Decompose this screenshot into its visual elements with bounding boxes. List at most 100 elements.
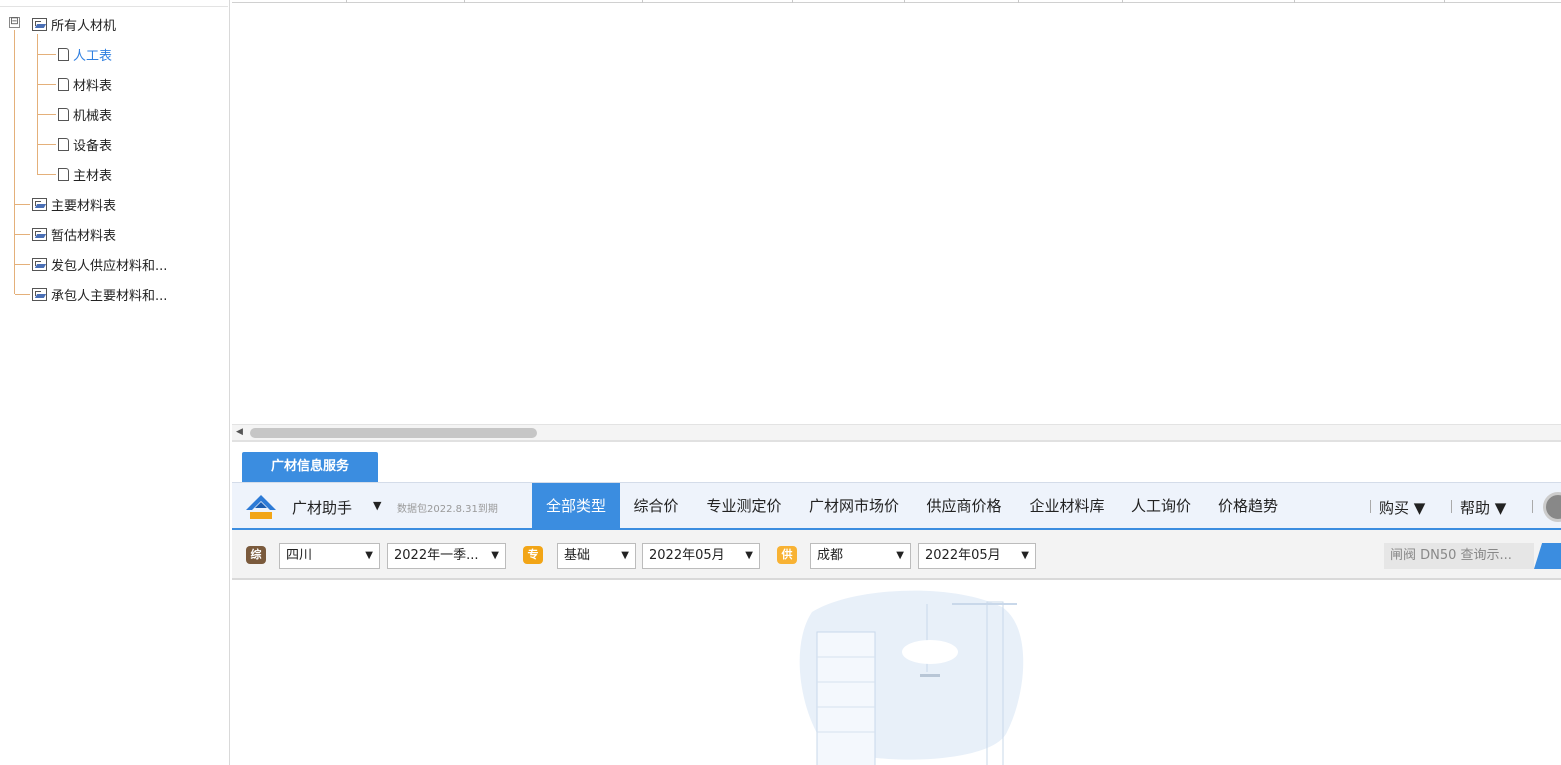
tree-connector [15, 294, 30, 295]
tree-item-contractor-main[interactable]: 承包人主要材料和... [32, 283, 167, 305]
grid-header [232, 0, 1561, 3]
folder-icon [32, 287, 47, 301]
material-search-input[interactable]: 闸阀 DN50 查询示... [1384, 543, 1534, 569]
tree-connector [38, 174, 56, 175]
brand-logo-icon [246, 495, 276, 519]
document-icon [58, 107, 69, 121]
category-select[interactable]: 基础 ▼ [557, 543, 636, 569]
tree-connector [15, 264, 30, 265]
tree-connector [14, 30, 15, 294]
material-tree-panel: ⊟ 所有人材机 人工表 材料表 机械表 设备表 主材表 主要材料表 暂估材料表 … [0, 0, 230, 765]
tree-connector [38, 84, 56, 85]
select-value: 2022年05月 [649, 548, 725, 563]
tree-divider [0, 6, 228, 7]
filter-bar: 综 四川 ▼ 2022年一季... ▼ 专 基础 ▼ 2022年05月 ▼ 供 成都 ▼ … [232, 530, 1561, 580]
tree-connector [15, 204, 30, 205]
tree-item-label: 承包人主要材料和... [51, 288, 168, 304]
supplier-badge: 供 [777, 546, 797, 564]
column-separator[interactable] [1294, 0, 1295, 3]
city-select[interactable]: 成都 ▼ [810, 543, 911, 569]
folder-icon [32, 197, 47, 211]
package-expiry-note: 数据包2022.8.31到期 [397, 504, 498, 515]
document-icon [58, 77, 69, 91]
tab-supplier-price[interactable]: 供应商价格 [918, 483, 1010, 529]
chevron-down-icon: ▼ [896, 550, 904, 561]
chevron-down-icon: ▼ [365, 550, 373, 561]
province-select[interactable]: 四川 ▼ [279, 543, 380, 569]
professional-month-select[interactable]: 2022年05月 ▼ [642, 543, 760, 569]
app-root: ⊟ 所有人材机 人工表 材料表 机械表 设备表 主材表 主要材料表 暂估材料表 … [0, 0, 1561, 765]
folder-icon [32, 227, 47, 241]
empty-state-illustration [799, 590, 1024, 765]
tab-composite-price[interactable]: 综合价 [626, 483, 686, 529]
data-grid[interactable] [232, 0, 1561, 424]
tree-item-label: 设备表 [73, 138, 113, 154]
tab-price-trend[interactable]: 价格趋势 [1210, 483, 1286, 529]
tree-item-label: 主材表 [73, 168, 113, 184]
chevron-down-icon: ▼ [491, 550, 499, 561]
tab-enterprise-library[interactable]: 企业材料库 [1021, 483, 1113, 529]
brand-name[interactable]: 广材助手 [292, 497, 352, 518]
tree-item-label: 人工表 [73, 48, 113, 64]
column-separator[interactable] [904, 0, 905, 3]
column-separator[interactable] [1018, 0, 1019, 3]
tree-item-all[interactable]: 所有人材机 [32, 13, 116, 35]
column-separator[interactable] [642, 0, 643, 3]
tree-item-equipment[interactable]: 设备表 [58, 133, 112, 155]
scroll-left-icon[interactable]: ◀ [236, 427, 243, 437]
document-icon [58, 167, 69, 181]
user-avatar[interactable] [1543, 492, 1561, 522]
select-value: 成都 [817, 548, 844, 563]
tree-connector [38, 114, 56, 115]
tree-item-materials[interactable]: 材料表 [58, 73, 112, 95]
tree-item-estimated-materials[interactable]: 暂估材料表 [32, 223, 116, 245]
search-button[interactable] [1534, 543, 1561, 569]
help-menu[interactable]: 帮助 ▼ [1460, 497, 1506, 518]
tree-item-key-materials[interactable]: 主要材料表 [32, 193, 116, 215]
supplier-month-select[interactable]: 2022年05月 ▼ [918, 543, 1036, 569]
buy-menu[interactable]: 购买 ▼ [1379, 497, 1425, 518]
tree-item-owner-supplied[interactable]: 发包人供应材料和... [32, 253, 167, 275]
menu-divider [1370, 500, 1371, 513]
tab-material-info-service[interactable]: 广材信息服务 [242, 452, 378, 482]
tab-labor-inquiry[interactable]: 人工询价 [1123, 483, 1199, 529]
material-info-panel: 广材信息服务 广材助手 ▼ 数据包2022.8.31到期 全部类型 综合价 专业… [232, 440, 1561, 765]
document-icon [58, 47, 69, 61]
column-separator[interactable] [1122, 0, 1123, 3]
select-value: 基础 [564, 548, 591, 563]
column-separator[interactable] [346, 0, 347, 3]
chevron-down-icon: ▼ [621, 550, 629, 561]
tab-market-price[interactable]: 广材网市场价 [800, 483, 908, 529]
tree-item-label: 暂估材料表 [51, 228, 117, 244]
period-select[interactable]: 2022年一季... ▼ [387, 543, 506, 569]
column-separator[interactable] [464, 0, 465, 3]
tab-all-types[interactable]: 全部类型 [532, 483, 620, 529]
composite-badge: 综 [246, 546, 266, 564]
scroll-thumb[interactable] [250, 428, 537, 438]
tree-item-labor[interactable]: 人工表 [58, 43, 112, 65]
professional-badge: 专 [523, 546, 543, 564]
tree-connector [15, 234, 30, 235]
column-separator[interactable] [792, 0, 793, 3]
chevron-down-icon: ▼ [745, 550, 753, 561]
menu-divider [1451, 500, 1452, 513]
document-icon [58, 137, 69, 151]
tab-professional-price[interactable]: 专业测定价 [698, 483, 790, 529]
tree-item-label: 材料表 [73, 78, 113, 94]
select-value: 2022年一季... [394, 548, 479, 563]
tree-item-label: 所有人材机 [51, 18, 117, 34]
tree-item-main-materials[interactable]: 主材表 [58, 163, 112, 185]
menu-divider [1532, 500, 1533, 513]
tree-item-machinery[interactable]: 机械表 [58, 103, 112, 125]
horizontal-scrollbar[interactable]: ◀ [232, 424, 1561, 440]
tree-connector [37, 34, 38, 175]
service-toolbar: 广材助手 ▼ 数据包2022.8.31到期 全部类型 综合价 专业测定价 广材网… [232, 482, 1561, 530]
select-value: 四川 [286, 548, 313, 563]
tree-item-label: 机械表 [73, 108, 113, 124]
tree-item-label: 发包人供应材料和... [51, 258, 168, 274]
brand-dropdown-icon[interactable]: ▼ [373, 499, 381, 512]
column-separator[interactable] [1444, 0, 1445, 3]
panel-tabstrip: 广材信息服务 [232, 442, 1561, 482]
folder-icon [32, 17, 47, 31]
collapse-toggle[interactable]: ⊟ [9, 17, 20, 28]
